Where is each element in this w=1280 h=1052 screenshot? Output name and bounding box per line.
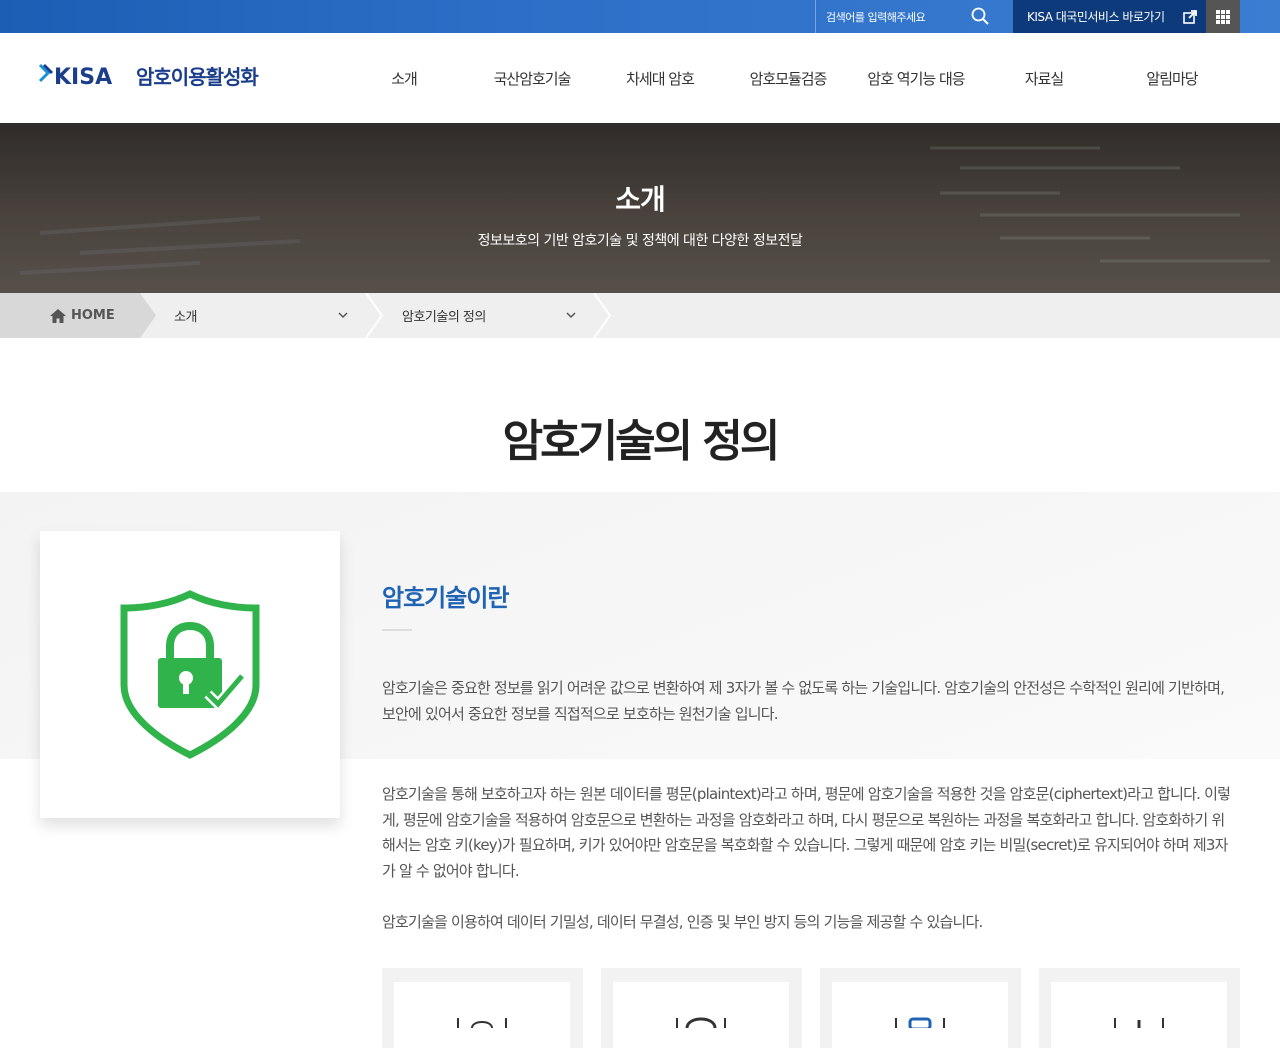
logo-text: 암호이용활성화 (136, 64, 259, 89)
hero-banner: 소개 정보보호의 기반 암호기술 및 정책에 대한 다양한 정보전달 (0, 123, 1280, 293)
nav-item-notice[interactable]: 알림마당 (1108, 33, 1236, 123)
chevron-down-icon (338, 312, 348, 319)
nav-item-crypto-misuse[interactable]: 암호 역기능 대응 (852, 33, 980, 123)
kisa-link-label: KISA 대국민서비스 바로가기 (1027, 10, 1165, 24)
breadcrumb-separator (140, 293, 156, 338)
breadcrumb: HOME 소개 암호기술의 정의 (0, 293, 1280, 338)
breadcrumb-level1-label: 소개 (174, 310, 197, 325)
page-title: 암호기술의 정의 (502, 416, 781, 467)
feature-icon (1114, 1018, 1164, 1028)
home-icon (50, 308, 66, 323)
site-map-button[interactable] (1206, 0, 1240, 33)
site-logo[interactable]: KISA 암호이용활성화 (38, 55, 259, 95)
breadcrumb-home-label: HOME (71, 308, 115, 323)
feature-card-confidentiality (382, 968, 583, 1052)
search-input[interactable] (826, 8, 976, 26)
paragraph-plaintext-ciphertext: 암호기술을 통해 보호하고자 하는 원본 데이터를 평문(plaintext)라… (382, 785, 1231, 880)
grid-menu-icon (1216, 9, 1230, 24)
paragraph-functions: 암호기술을 이용하여 데이터 기밀성, 데이터 무결성, 인증 및 부인 방지 … (382, 913, 983, 931)
breadcrumb-level2-label: 암호기술의 정의 (402, 310, 486, 325)
hero-title: 소개 (615, 183, 666, 216)
kisa-logo-icon: KISA (38, 63, 112, 90)
top-utility-bar: KISA 대국민서비스 바로가기 (0, 0, 1280, 33)
feature-card-authentication (820, 968, 1021, 1052)
shield-illustration-card (40, 531, 340, 818)
nav-item-resources[interactable]: 자료실 (980, 33, 1108, 123)
feature-card-non-repudiation (1039, 968, 1240, 1052)
nav-item-next-gen-crypto[interactable]: 차세대 암호 (596, 33, 724, 123)
svg-text:KISA: KISA (54, 65, 112, 90)
search-icon[interactable] (970, 6, 990, 26)
feature-icon (895, 1017, 945, 1028)
feature-icon (457, 1018, 507, 1028)
breadcrumb-separator (366, 293, 384, 338)
feature-card-integrity (601, 968, 802, 1052)
nav-item-module-validation[interactable]: 암호모듈검증 (724, 33, 852, 123)
breadcrumb-separator (594, 293, 612, 338)
section-title: 암호기술이란 (382, 584, 509, 612)
nav-item-intro[interactable]: 소개 (340, 33, 468, 123)
external-link-icon (1183, 10, 1197, 24)
paragraph-intro: 암호기술은 중요한 정보를 읽기 어려운 값으로 변환하여 제 3자가 볼 수 … (382, 679, 1225, 723)
title-divider (382, 629, 412, 631)
feature-icon (676, 1017, 726, 1028)
nav-item-domestic-crypto[interactable]: 국산암호기술 (468, 33, 596, 123)
chevron-down-icon (566, 312, 576, 319)
feature-cards (382, 968, 1240, 1052)
breadcrumb-level2-select[interactable]: 암호기술의 정의 (402, 293, 582, 338)
hero-subtitle: 정보보호의 기반 암호기술 및 정책에 대한 다양한 정보전달 (477, 233, 803, 249)
main-navigation: 소개 국산암호기술 차세대 암호 암호모듈검증 암호 역기능 대응 자료실 알림… (340, 33, 1236, 123)
kisa-public-service-link[interactable]: KISA 대국민서비스 바로가기 (1013, 0, 1206, 33)
shield-lock-icon (120, 589, 260, 759)
breadcrumb-home[interactable]: HOME (0, 293, 140, 338)
site-header: KISA 암호이용활성화 소개 국산암호기술 차세대 암호 암호모듈검증 암호 … (0, 33, 1280, 123)
breadcrumb-level1-select[interactable]: 소개 (174, 293, 354, 338)
